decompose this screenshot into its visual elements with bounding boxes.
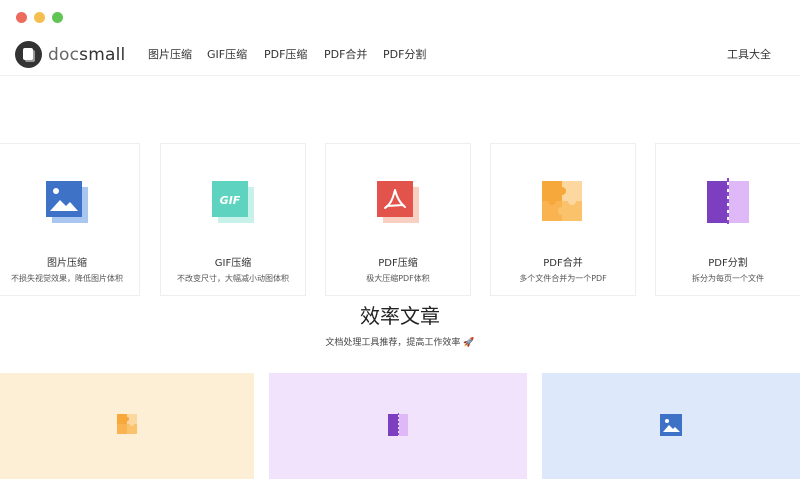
nav-item-gif-compress[interactable]: GIF压缩 <box>207 46 247 62</box>
gif-icon: GIF <box>208 178 258 228</box>
articles-subtitle: 文档处理工具推荐，提高工作效率 🚀 <box>325 338 475 348</box>
logo-text: docsmall <box>48 44 126 65</box>
article-card-merge[interactable] <box>0 373 254 479</box>
logo[interactable]: docsmall <box>15 41 125 68</box>
tool-name: GIF压缩 <box>214 258 252 269</box>
tool-card-image-compress[interactable]: 图片压缩 不损失视觉效果，降低图片体积 <box>0 143 140 296</box>
tool-desc: 不改变尺寸，大幅减小动图体积 <box>177 274 289 283</box>
image-icon <box>42 178 92 228</box>
puzzle-icon <box>538 178 588 228</box>
tool-name: PDF分割 <box>708 258 748 269</box>
puzzle-icon <box>115 413 139 437</box>
nav-item-pdf-split[interactable]: PDF分割 <box>383 46 426 62</box>
image-icon <box>659 413 683 437</box>
nav-item-pdf-merge[interactable]: PDF合并 <box>324 46 367 62</box>
docsmall-logo-icon <box>15 41 42 68</box>
nav-item-image-compress[interactable]: 图片压缩 <box>148 46 192 62</box>
tool-name: PDF合并 <box>543 258 583 269</box>
tool-name: PDF压缩 <box>378 258 418 269</box>
tool-card-pdf-merge[interactable]: PDF合并 多个文件合并为一个PDF <box>490 143 636 296</box>
tool-card-pdf-compress[interactable]: PDF压缩 极大压缩PDF体积 <box>325 143 471 296</box>
maximize-window-button[interactable] <box>52 12 63 23</box>
svg-text:GIF: GIF <box>220 194 241 207</box>
tool-name: 图片压缩 <box>47 258 87 269</box>
window-titlebar <box>0 0 800 34</box>
tool-card-gif-compress[interactable]: GIF GIF压缩 不改变尺寸，大幅减小动图体积 <box>160 143 306 296</box>
close-window-button[interactable] <box>16 12 27 23</box>
nav-item-all-tools[interactable]: 工具大全 <box>727 46 771 62</box>
tool-desc: 拆分为每页一个文件 <box>692 274 764 283</box>
tool-desc: 极大压缩PDF体积 <box>366 274 430 283</box>
split-icon <box>703 178 753 228</box>
split-icon <box>386 413 410 437</box>
rocket-icon: 🚀 <box>463 338 475 348</box>
tool-desc: 多个文件合并为一个PDF <box>519 274 607 283</box>
tool-desc: 不损失视觉效果，降低图片体积 <box>11 274 123 283</box>
articles-title: 效率文章 <box>360 304 440 328</box>
nav-item-pdf-compress[interactable]: PDF压缩 <box>264 46 307 62</box>
minimize-window-button[interactable] <box>34 12 45 23</box>
tool-card-pdf-split[interactable]: PDF分割 拆分为每页一个文件 <box>655 143 800 296</box>
article-card-image[interactable] <box>542 373 800 479</box>
top-navbar: docsmall 图片压缩 GIF压缩 PDF压缩 PDF合并 PDF分割 工具… <box>0 34 800 76</box>
pdf-icon <box>373 178 423 228</box>
article-card-split[interactable] <box>269 373 527 479</box>
